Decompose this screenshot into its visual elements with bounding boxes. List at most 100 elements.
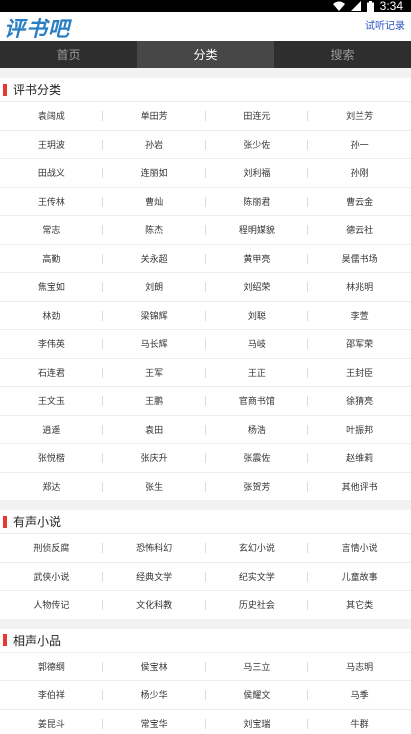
category-item[interactable]: 袁田: [102, 414, 206, 444]
category-item[interactable]: 牛群: [308, 708, 411, 734]
category-section: 相声小品 郭德纲 侯宝林 马三立 马志明李伯祥 杨少华 侯耀文 马季姜昆斗 常宝华 刘宝瑞 牛群: [0, 628, 411, 734]
category-item[interactable]: 武侠小说: [0, 561, 103, 591]
wifi-icon: [332, 1, 345, 11]
category-item[interactable]: 黄甲亮: [205, 243, 309, 273]
category-item[interactable]: 孙一: [308, 129, 411, 159]
category-item[interactable]: 张少佐: [205, 129, 309, 159]
category-item[interactable]: 侯耀文: [205, 680, 309, 709]
tab-home[interactable]: 首页: [0, 41, 137, 68]
category-item[interactable]: 王文玉: [0, 386, 103, 415]
category-item[interactable]: 官商书馆: [205, 386, 309, 415]
category-item[interactable]: 刘宝瑞: [205, 708, 309, 734]
category-item[interactable]: 王军: [102, 357, 206, 387]
category-item[interactable]: 孙岩: [102, 129, 206, 159]
tab-category[interactable]: 分类: [137, 41, 274, 68]
category-item[interactable]: 刘聪: [205, 300, 309, 330]
category-item[interactable]: 张生: [102, 471, 206, 501]
category-item[interactable]: 张悦楷: [0, 443, 103, 472]
category-item[interactable]: 玄幻小说: [205, 533, 309, 562]
category-item[interactable]: 马三立: [205, 651, 309, 681]
category-item[interactable]: 王玥波: [0, 129, 103, 159]
category-item[interactable]: 常志: [0, 215, 103, 244]
category-item[interactable]: 梁锦辉: [102, 300, 206, 330]
category-item[interactable]: 赵维莉: [308, 443, 411, 472]
category-item[interactable]: 刘朗: [102, 272, 206, 301]
section-gap: [0, 68, 411, 78]
category-item[interactable]: 曹云金: [308, 186, 411, 216]
listen-history-link[interactable]: 试听记录: [365, 17, 405, 32]
section-gap: [0, 618, 411, 629]
category-item[interactable]: 徐猜亮: [308, 386, 411, 415]
category-item[interactable]: 王传林: [0, 186, 103, 216]
category-item[interactable]: 邵军荣: [308, 329, 411, 358]
category-item[interactable]: 刘兰芳: [308, 101, 411, 130]
category-item[interactable]: 姜昆斗: [0, 708, 103, 734]
section-header: 相声小品: [0, 629, 411, 652]
category-item[interactable]: 陈丽君: [205, 186, 309, 216]
category-item[interactable]: 叶振邦: [308, 414, 411, 444]
category-item[interactable]: 王鹏: [102, 386, 206, 415]
category-item[interactable]: 郑达: [0, 471, 103, 501]
tab-search[interactable]: 搜索: [274, 41, 411, 68]
category-grid: 郭德纲 侯宝林 马三立 马志明李伯祥 杨少华 侯耀文 马季姜昆斗 常宝华 刘宝瑞 牛群: [0, 651, 411, 734]
category-item[interactable]: 高勤: [0, 243, 103, 273]
section-gap: [0, 500, 411, 510]
category-item[interactable]: 田连元: [205, 101, 309, 130]
category-item[interactable]: 杨浩: [205, 414, 309, 444]
category-item[interactable]: 单田芳: [102, 101, 206, 130]
category-item[interactable]: 曹灿: [102, 186, 206, 216]
category-grid: 刑侦反腐 恐怖科幻 玄幻小说 言情小说武侠小说 经典文学 纪实文学 儿童故事人物传记 文化科教…: [0, 533, 411, 619]
category-item[interactable]: 田战义: [0, 158, 103, 187]
category-item[interactable]: 言情小说: [308, 533, 411, 562]
category-item[interactable]: 程明媒貌: [205, 215, 309, 244]
category-item[interactable]: 杨少华: [102, 680, 206, 709]
category-item[interactable]: 恐怖科幻: [102, 533, 206, 562]
category-item[interactable]: 经典文学: [102, 561, 206, 591]
category-item[interactable]: 逍遥: [0, 414, 103, 444]
category-item[interactable]: 林劲: [0, 300, 103, 330]
category-item[interactable]: 石连君: [0, 357, 103, 387]
section-title: 有声小说: [13, 515, 62, 529]
category-section: 评书分类袁阔成 单田芳 田连元 刘兰芳王玥波 孙岩 张少佐 孙一田战义 连丽如 刘利福 孙刚王传林…: [0, 78, 411, 500]
category-item[interactable]: 纪实文学: [205, 561, 309, 591]
status-bar: 3:34: [0, 0, 411, 13]
category-item[interactable]: 林兆明: [308, 272, 411, 301]
category-content: 评书分类袁阔成 单田芳 田连元 刘兰芳王玥波 孙岩 张少佐 孙一田战义 连丽如 刘利福 孙刚王传林…: [0, 68, 411, 734]
category-item[interactable]: 马志明: [308, 651, 411, 681]
category-item[interactable]: 孙刚: [308, 158, 411, 187]
category-item[interactable]: 德云社: [308, 215, 411, 244]
category-item[interactable]: 张贺芳: [205, 471, 309, 501]
category-item[interactable]: 儿童故事: [308, 561, 411, 591]
category-item[interactable]: 李伯祥: [0, 680, 103, 709]
category-item[interactable]: 郭德纲: [0, 651, 103, 681]
category-item[interactable]: 袁阔成: [0, 101, 103, 130]
category-item[interactable]: 其他评书: [308, 471, 411, 501]
category-item[interactable]: 马季: [308, 680, 411, 709]
section-marker: [3, 83, 7, 96]
category-item[interactable]: 王封臣: [308, 357, 411, 387]
category-item[interactable]: 侯宝林: [102, 651, 206, 681]
category-item[interactable]: 连丽如: [102, 158, 206, 187]
category-item[interactable]: 常宝华: [102, 708, 206, 734]
category-item[interactable]: 人物传记: [0, 590, 103, 619]
category-item[interactable]: 马岐: [205, 329, 309, 358]
category-item[interactable]: 刘利福: [205, 158, 309, 187]
category-item[interactable]: 马长辉: [102, 329, 206, 358]
category-item[interactable]: 张震佐: [205, 443, 309, 472]
category-item[interactable]: 文化科教: [102, 590, 206, 619]
category-item[interactable]: 关永超: [102, 243, 206, 273]
category-item[interactable]: 张庆升: [102, 443, 206, 472]
category-item[interactable]: 历史社会: [205, 590, 309, 619]
category-item[interactable]: 焦宝如: [0, 272, 103, 301]
category-item[interactable]: 王正: [205, 357, 309, 387]
category-item[interactable]: 陈杰: [102, 215, 206, 244]
section-title: 评书分类: [13, 83, 62, 97]
category-item[interactable]: 李伟英: [0, 329, 103, 358]
category-item[interactable]: 其它类: [308, 590, 411, 619]
category-item[interactable]: 昊儒书场: [308, 243, 411, 273]
app-bar: 评书吧 试听记录: [0, 12, 411, 41]
category-item[interactable]: 李萱: [308, 300, 411, 330]
category-item[interactable]: 刑侦反腐: [0, 533, 103, 562]
category-item[interactable]: 刘绍荣: [205, 272, 309, 301]
section-marker: [3, 515, 7, 528]
